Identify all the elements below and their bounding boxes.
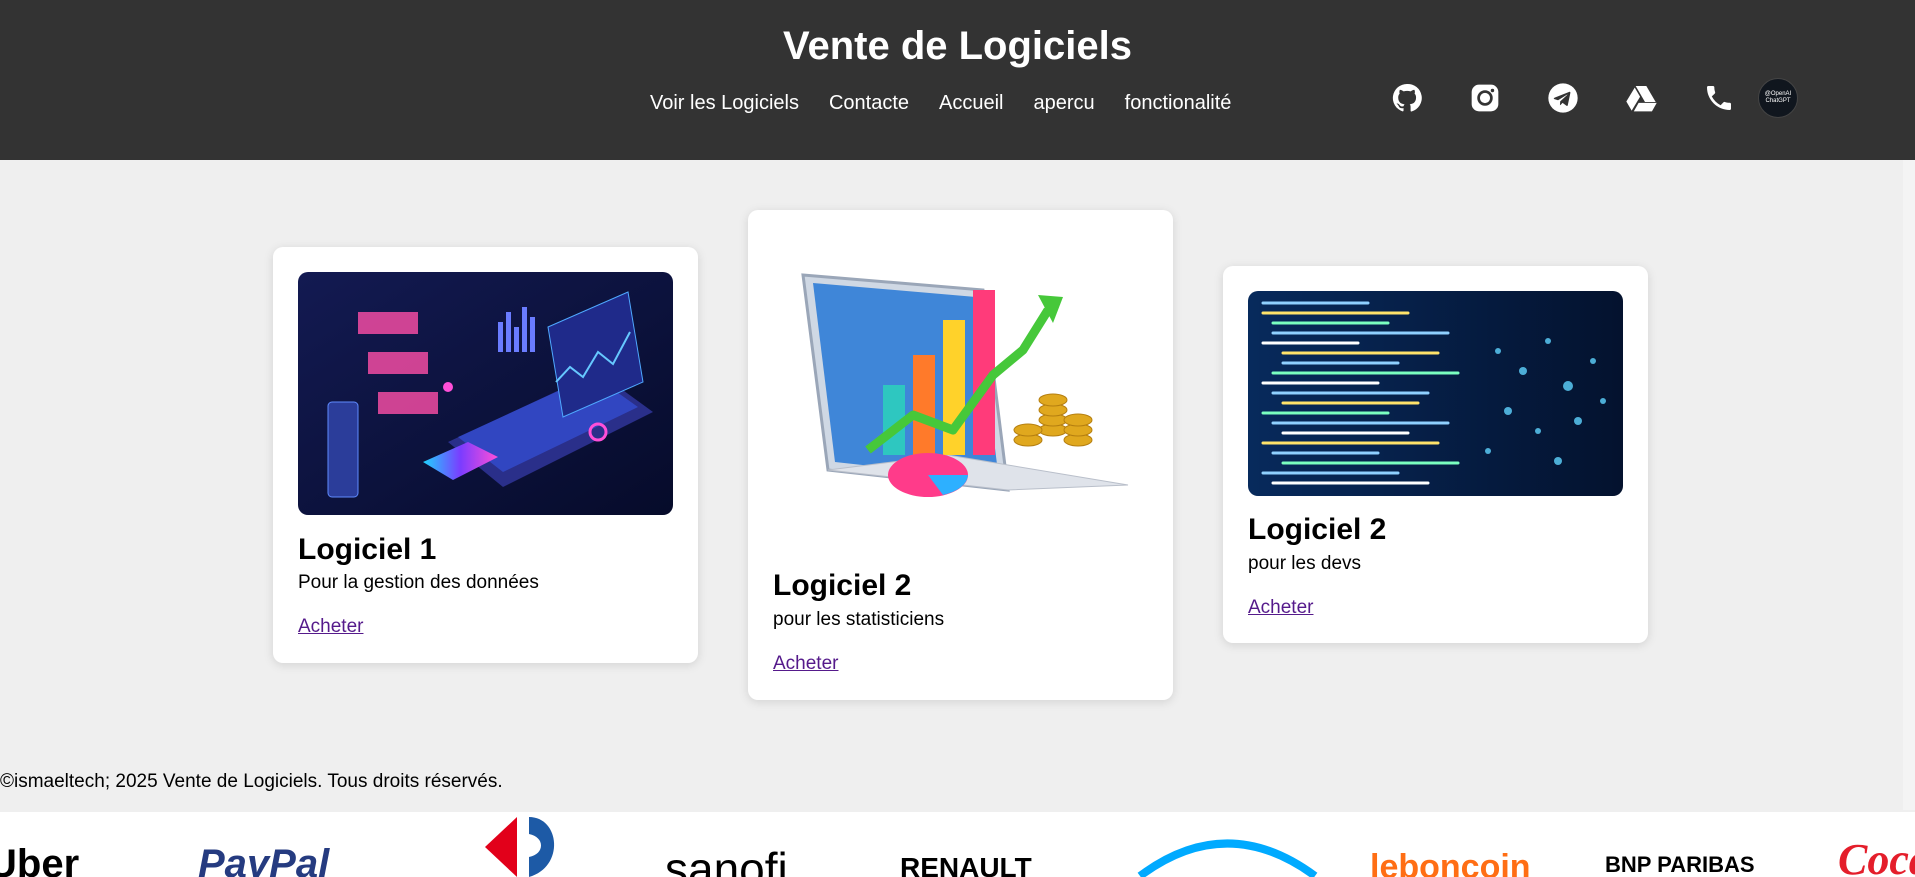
site-header: Vente de Logiciels Voir les Logiciels Co… <box>0 0 1915 160</box>
product-desc-3: pour les devs <box>1248 553 1362 574</box>
phone-icon[interactable] <box>1702 81 1736 115</box>
avatar-line-1: @OpenAI <box>1764 91 1792 97</box>
logo-uber: Uber <box>0 842 80 877</box>
product-desc-2: pour les statisticiens <box>773 609 945 630</box>
logo-sanofi: sanofi <box>665 843 788 877</box>
footer-copyright: ©ismaeltech; 2025 Vente de Logiciels. To… <box>0 771 503 792</box>
logo-renault: RENAULT <box>900 852 1032 877</box>
buy-link-1[interactable]: Acheter <box>298 616 363 638</box>
product-image-3 <box>1248 291 1623 496</box>
logo-bnp-paribas: BNP PARIBAS <box>1605 852 1755 877</box>
buy-link-2[interactable]: Acheter <box>773 653 838 675</box>
google-drive-icon[interactable] <box>1624 81 1658 115</box>
product-title-1: Logiciel 1 <box>298 533 437 566</box>
product-title-2: Logiciel 2 <box>773 569 912 602</box>
product-card-3: Logiciel 2 pour les devs Acheter <box>1223 266 1648 643</box>
product-card-2: Logiciel 2 pour les statisticiens Achete… <box>748 210 1173 700</box>
logo-carrefour <box>465 812 580 877</box>
buy-link-3[interactable]: Acheter <box>1248 597 1313 619</box>
scrollbar[interactable] <box>1903 160 1915 810</box>
avatar-line-2: ChatGPT <box>1765 98 1791 104</box>
logo-paypal: PayPal <box>198 842 330 877</box>
nav-voir-logiciels[interactable]: Voir les Logiciels <box>650 92 799 115</box>
telegram-icon[interactable] <box>1546 81 1580 115</box>
logo-engie <box>1135 836 1320 877</box>
product-desc-1: Pour la gestion des données <box>298 572 539 593</box>
product-image-2 <box>773 235 1148 535</box>
instagram-icon[interactable] <box>1468 81 1502 115</box>
nav-accueil[interactable]: Accueil <box>939 92 1003 115</box>
avatar[interactable]: @OpenAI ChatGPT <box>1758 78 1798 118</box>
product-title-3: Logiciel 2 <box>1248 513 1387 546</box>
partner-logos-strip: Uber PayPal sanofi RENAULT leboncoin BNP… <box>0 812 1915 877</box>
nav-fonctionalite[interactable]: fonctionalité <box>1125 92 1232 115</box>
nav-contacte[interactable]: Contacte <box>829 92 909 115</box>
main-nav: Voir les Logiciels Contacte Accueil aper… <box>650 92 1231 115</box>
logo-leboncoin: leboncoin <box>1370 848 1531 877</box>
nav-apercu[interactable]: apercu <box>1034 92 1095 115</box>
social-links: @OpenAI ChatGPT <box>1390 78 1798 118</box>
logo-coca-cola: Coca-Cola <box>1838 835 1915 877</box>
product-card-1: Logiciel 1 Pour la gestion des données A… <box>273 247 698 663</box>
site-title: Vente de Logiciels <box>782 24 1132 68</box>
product-image-1 <box>298 272 673 515</box>
github-icon[interactable] <box>1390 81 1424 115</box>
